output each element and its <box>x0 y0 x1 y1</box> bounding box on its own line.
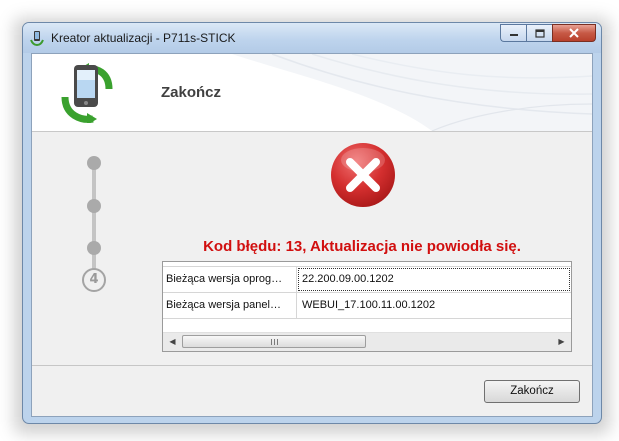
minimize-button[interactable] <box>500 24 526 42</box>
caption-buttons <box>500 24 596 44</box>
table-row[interactable]: Bieżąca wersja oprog… 22.200.09.00.1202 <box>163 266 571 293</box>
step-current-indicator: 4 <box>82 268 106 292</box>
error-message: Kod błędu: 13, Aktualizacja nie powiodła… <box>203 238 521 255</box>
scroll-right-arrow-icon[interactable]: ▶ <box>553 333 570 351</box>
wizard-window: Kreator aktualizacji - P711s-STICK Zakoń… <box>22 22 602 424</box>
wizard-client: Zakończ 4 Kod błędu: 13, Aktualizacja ni… <box>31 53 593 417</box>
maximize-icon <box>534 28 545 38</box>
decorative-swoosh <box>232 54 592 131</box>
wizard-content: 4 Kod błędu: 13, Aktualizacja nie powiod… <box>32 132 592 365</box>
version-table: Bieżąca wersja oprog… 22.200.09.00.1202 … <box>162 261 572 352</box>
grip-icon <box>271 339 279 345</box>
close-button[interactable] <box>552 24 596 42</box>
scrollbar-thumb[interactable] <box>182 335 366 348</box>
row-value[interactable]: WEBUI_17.100.11.00.1202 <box>297 293 571 318</box>
phone-update-icon <box>30 31 44 46</box>
error-x-icon <box>331 143 395 207</box>
table-row[interactable]: Bieżąca wersja panel… WEBUI_17.100.11.00… <box>163 292 571 319</box>
wizard-footer: Zakończ <box>32 365 592 416</box>
minimize-icon <box>509 34 518 36</box>
scroll-left-arrow-icon[interactable]: ◀ <box>164 333 181 351</box>
finish-button[interactable]: Zakończ <box>484 380 580 403</box>
row-name: Bieżąca wersja oprog… <box>163 267 297 292</box>
close-icon <box>569 28 579 38</box>
title-bar[interactable]: Kreator aktualizacji - P711s-STICK <box>23 23 601 53</box>
maximize-button[interactable] <box>526 24 552 42</box>
horizontal-scrollbar[interactable]: ◀ ▶ <box>163 332 571 351</box>
phone-sync-icon <box>61 63 113 123</box>
version-table-rows: Bieżąca wersja oprog… 22.200.09.00.1202 … <box>163 266 571 319</box>
step-1-dot <box>87 156 101 170</box>
row-name: Bieżąca wersja panel… <box>163 293 297 318</box>
wizard-header: Zakończ <box>32 54 592 132</box>
step-2-dot <box>87 199 101 213</box>
window-title: Kreator aktualizacji - P711s-STICK <box>51 31 236 45</box>
row-value[interactable]: 22.200.09.00.1202 <box>297 267 571 292</box>
page-title: Zakończ <box>161 84 222 101</box>
step-progress: 4 <box>79 154 109 292</box>
